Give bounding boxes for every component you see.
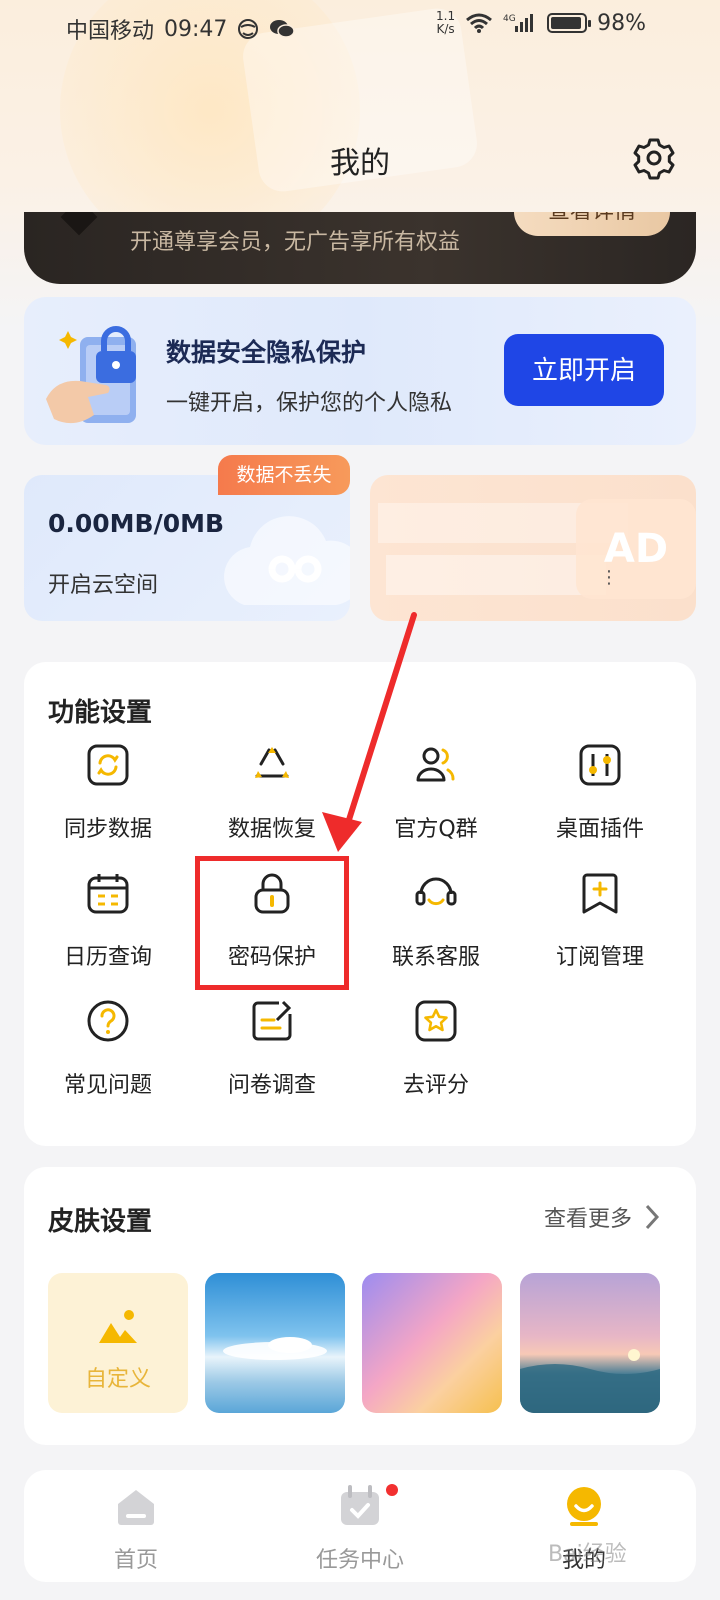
cloud-storage-usage: 0.00MB/0MB xyxy=(48,509,225,538)
skin-thumbnail-sea[interactable] xyxy=(520,1273,660,1413)
grid-item-subscription[interactable]: 订阅管理 xyxy=(516,870,684,990)
watermark: Bai经验 xyxy=(548,1542,627,1567)
grid-item-faq[interactable]: 常见问题 xyxy=(24,998,192,1118)
grid-item-calendar[interactable]: 日历查询 xyxy=(24,870,192,990)
battery-icon xyxy=(547,13,592,33)
svg-text:4G: 4G xyxy=(503,14,516,24)
group-icon xyxy=(416,747,455,782)
nav-label: 任务中心 xyxy=(315,1548,404,1573)
carrier-name: 中国移动 xyxy=(66,19,155,44)
chevron-right-icon xyxy=(645,1204,660,1230)
bookmark-plus-icon xyxy=(582,873,618,914)
grid-item-label: 数据恢复 xyxy=(227,817,316,842)
skin-more-label: 查看更多 xyxy=(543,1207,632,1232)
custom-image-icon xyxy=(99,1310,137,1343)
settings-button[interactable] xyxy=(632,136,676,180)
skin-settings-title: 皮肤设置 xyxy=(48,1207,153,1237)
star-icon xyxy=(415,1000,457,1042)
gear-icon xyxy=(633,138,675,180)
cell-signal-icon: 4G xyxy=(503,14,534,32)
annotation-highlight-box xyxy=(195,856,349,990)
headset-icon xyxy=(415,877,457,906)
privacy-subtitle: 一键开启，保护您的个人隐私 xyxy=(166,391,453,416)
grid-item-rate[interactable]: 去评分 xyxy=(352,998,520,1118)
grid-item-label: 问卷调查 xyxy=(227,1073,316,1098)
task-calendar-icon xyxy=(341,1485,379,1525)
vpn-globe-icon xyxy=(238,19,259,39)
cloud-space-card[interactable]: 0.00MB/0MB 开启云空间 xyxy=(24,475,350,621)
network-speed-unit: K/s xyxy=(436,22,455,36)
grid-item-label: 桌面插件 xyxy=(555,817,644,842)
nav-home[interactable]: 首页 xyxy=(24,1484,248,1574)
grid-item-label: 联系客服 xyxy=(391,945,480,970)
sync-icon xyxy=(87,744,129,786)
ad-placeholder xyxy=(386,555,606,595)
vip-crown-icon xyxy=(60,212,98,236)
status-left: 中国移动 09:47 xyxy=(66,13,296,45)
function-settings-card: 功能设置 同步数据 数据恢复 官方Q群 桌面插件 日历查询 密码保护 联系客服 … xyxy=(24,662,696,1146)
skin-thumbnail-pastel[interactable] xyxy=(362,1273,502,1413)
nav-label: 首页 xyxy=(113,1548,158,1573)
cloud-space-label: 开启云空间 xyxy=(48,573,159,598)
cloud-badge: 数据不丢失 xyxy=(218,455,350,495)
grid-item-survey[interactable]: 问卷调查 xyxy=(188,998,356,1118)
skin-settings-card: 皮肤设置 查看更多 自定义 xyxy=(24,1167,696,1445)
grid-item-label: 去评分 xyxy=(402,1073,469,1098)
question-icon xyxy=(87,1000,129,1042)
vip-banner[interactable]: 开通尊享会员，无广告享所有权益 查看详情 xyxy=(24,212,696,284)
grid-item-label: 日历查询 xyxy=(63,945,152,970)
grid-item-desktop-widget[interactable]: 桌面插件 xyxy=(516,742,684,862)
privacy-protection-card[interactable]: 数据安全隐私保护 一键开启，保护您的个人隐私 立即开启 xyxy=(24,297,696,445)
cloud-scene xyxy=(223,1337,327,1360)
vip-banner-text: 开通尊享会员，无广告享所有权益 xyxy=(130,230,461,255)
grid-item-label: 订阅管理 xyxy=(555,945,644,970)
grid-item-customer-service[interactable]: 联系客服 xyxy=(352,870,520,990)
page-title: 我的 xyxy=(330,146,390,181)
recycle-icon xyxy=(255,747,289,778)
nav-task-center[interactable]: 任务中心 xyxy=(248,1484,472,1574)
survey-edit-icon xyxy=(252,1000,292,1041)
calendar-icon xyxy=(87,874,129,914)
sunset-scene xyxy=(520,1349,660,1413)
profile-smile-icon xyxy=(567,1487,601,1526)
skin-more-link[interactable]: 查看更多 xyxy=(544,1201,660,1233)
ad-more-icon[interactable]: ⋮ xyxy=(600,567,618,588)
home-icon xyxy=(118,1490,154,1525)
function-settings-title: 功能设置 xyxy=(48,698,153,728)
ad-card[interactable]: AD ⋮ xyxy=(370,475,696,621)
grid-item-official-group[interactable]: 官方Q群 xyxy=(352,742,520,862)
wechat-icon xyxy=(270,20,296,38)
wifi-icon xyxy=(466,13,493,33)
ad-badge: AD xyxy=(576,499,696,599)
skin-thumbnail-sky[interactable] xyxy=(205,1273,345,1413)
grid-item-label: 常见问题 xyxy=(63,1073,152,1098)
grid-item-sync-data[interactable]: 同步数据 xyxy=(24,742,192,862)
vip-details-button[interactable]: 查看详情 xyxy=(514,212,670,236)
enable-privacy-button[interactable]: 立即开启 xyxy=(504,334,664,406)
grid-item-data-recovery[interactable]: 数据恢复 xyxy=(188,742,356,862)
clock: 09:47 xyxy=(164,16,228,42)
grid-item-label: 同步数据 xyxy=(63,817,152,842)
battery-level: 98% xyxy=(597,10,646,36)
phone-lock-illustration-icon xyxy=(46,326,136,424)
grid-item-label: 官方Q群 xyxy=(394,817,478,842)
privacy-title: 数据安全隐私保护 xyxy=(166,338,367,367)
widget-sliders-icon xyxy=(579,744,621,786)
skin-custom[interactable]: 自定义 xyxy=(48,1273,188,1413)
status-right: 1.1 K/s 4G 98% xyxy=(436,10,646,36)
status-bar: 中国移动 09:47 1.1 K/s 4G 98% xyxy=(0,0,720,54)
notification-dot xyxy=(386,1484,398,1496)
skin-custom-label: 自定义 xyxy=(84,1367,151,1392)
network-speed: 1.1 K/s xyxy=(436,10,455,36)
cloud-icon xyxy=(224,516,350,605)
